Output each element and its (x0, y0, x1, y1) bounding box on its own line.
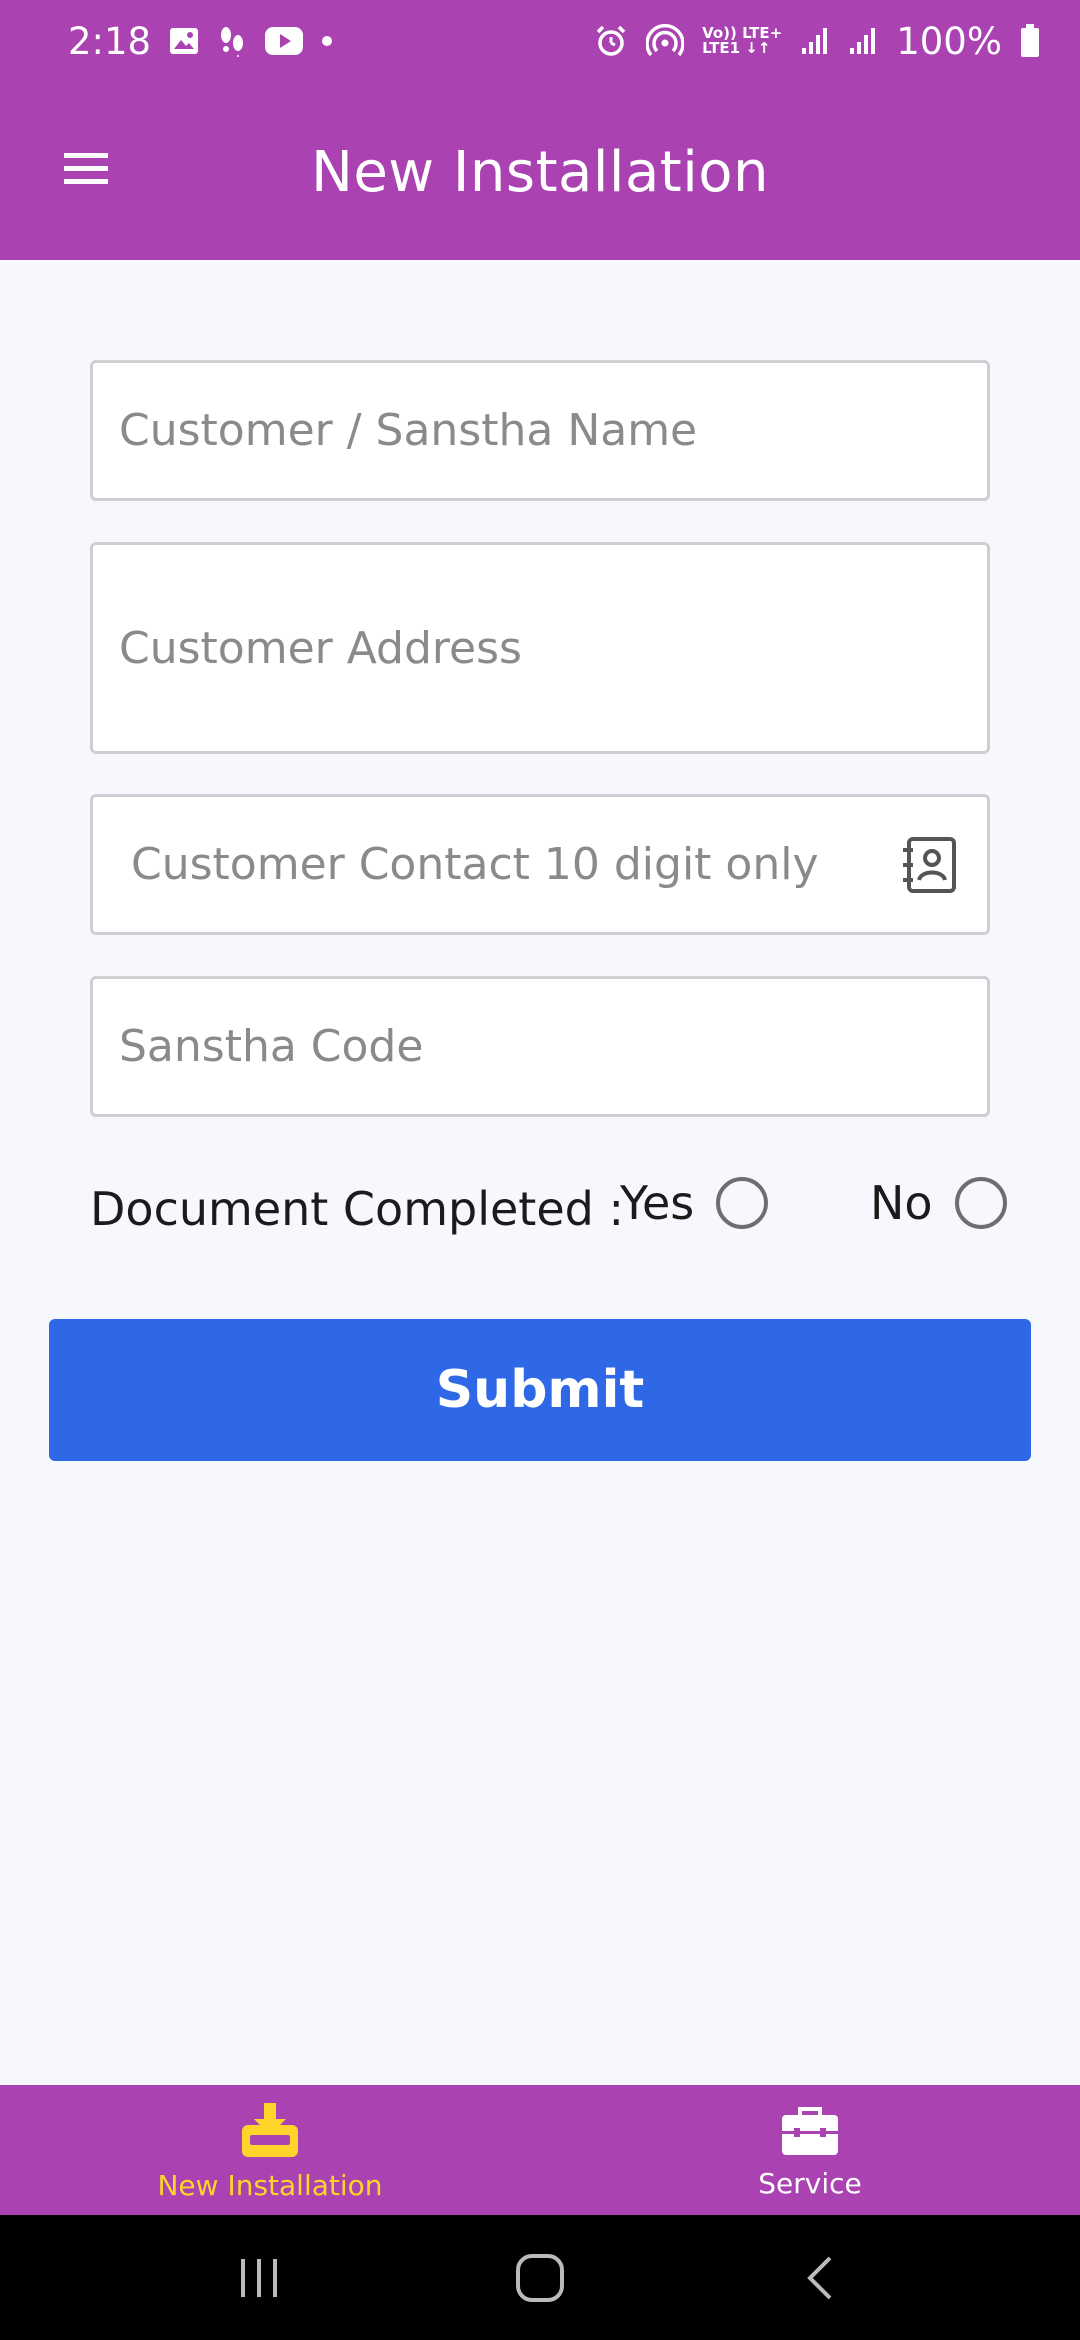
bottom-navigation: New Installation Service (0, 2085, 1080, 2215)
battery-percent: 100% (896, 19, 1002, 63)
customer-name-field[interactable] (90, 360, 990, 501)
sanstha-code-field[interactable] (90, 976, 990, 1117)
inbox-download-icon (242, 2103, 298, 2157)
network-type-text: Vo)) LTE+ LTE1 ↓↑ (702, 26, 782, 56)
hotspot-icon (646, 24, 685, 58)
customer-contact-input[interactable] (131, 839, 899, 890)
status-left: 2:18 (68, 20, 333, 63)
recent-apps-icon (241, 2258, 277, 2297)
nav-item-new-installation[interactable]: New Installation (0, 2085, 540, 2215)
nav-label-new-installation: New Installation (157, 2169, 383, 2202)
signal-2-icon (848, 26, 878, 56)
recent-apps-button[interactable] (220, 2238, 300, 2318)
toolbox-icon (782, 2107, 838, 2155)
battery-icon (1020, 24, 1040, 58)
footsteps-icon (217, 25, 247, 57)
back-chevron-icon (807, 2256, 832, 2299)
radio-yes-label: Yes (620, 1176, 695, 1230)
signal-1-icon (800, 26, 830, 56)
customer-contact-field[interactable] (90, 794, 990, 935)
document-completed-label: Document Completed : (90, 1182, 624, 1236)
customer-address-field[interactable] (90, 542, 990, 754)
status-bar: 2:18 Vo)) LTE+ LTE1 ↓↑ 100% (0, 0, 1080, 82)
customer-address-input[interactable] (119, 622, 987, 674)
home-icon (516, 2253, 564, 2302)
document-completed-row: Document Completed : Yes No (90, 1168, 1010, 1248)
status-right: Vo)) LTE+ LTE1 ↓↑ 100% (594, 20, 1040, 63)
app-bar: New Installation (0, 82, 1080, 260)
nav-item-service[interactable]: Service (540, 2085, 1080, 2215)
nav-label-service: Service (758, 2167, 862, 2200)
youtube-icon (265, 27, 304, 55)
customer-name-input[interactable] (119, 405, 987, 456)
radio-option-yes[interactable]: Yes (620, 1176, 769, 1230)
gallery-icon (169, 27, 199, 55)
contact-book-icon[interactable] (899, 835, 959, 895)
submit-button[interactable]: Submit (49, 1319, 1031, 1461)
back-button[interactable] (780, 2238, 860, 2318)
status-time: 2:18 (68, 19, 152, 63)
radio-no-circle[interactable] (954, 1177, 1007, 1229)
system-navigation-bar (0, 2215, 1080, 2340)
notification-dot-icon (321, 35, 333, 47)
sanstha-code-input[interactable] (119, 1021, 987, 1072)
page-title: New Installation (310, 140, 770, 205)
form-content: Document Completed : Yes No Submit (0, 260, 1080, 2085)
home-button[interactable] (500, 2238, 580, 2318)
radio-yes-circle[interactable] (716, 1177, 769, 1229)
radio-no-label: No (870, 1176, 933, 1230)
alarm-icon (594, 24, 628, 58)
radio-option-no[interactable]: No (870, 1176, 1007, 1230)
network-line-2: LTE1 ↓↑ (702, 39, 771, 57)
